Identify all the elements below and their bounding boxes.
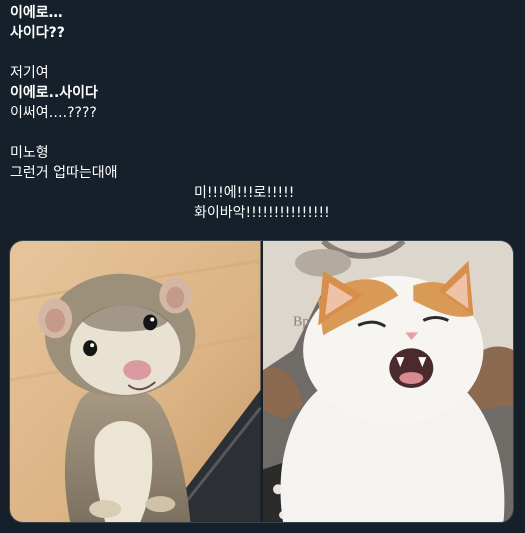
tweet-line: 미!!!에!!!로!!!!! [194,185,295,201]
tweet-line: 이에로..사이다 [10,85,98,101]
tweet-line: 화이바악!!!!!!!!!!!!!!! [194,205,330,221]
tweet-line: 그런거 업따는대애 [10,165,118,181]
ferret-photo[interactable] [10,241,261,522]
tweet-text: ··· ·· ·· · ·· · 이에로… 사이다?? 저기여 이에로..사이다… [10,0,515,223]
cat-image: Bpro [262,241,513,522]
media-grid: Bpro [9,240,514,523]
tweet-line: 이에로… [10,5,63,21]
tweet-line: 사이다?? [10,25,65,41]
ferret-image [10,241,261,522]
tweet-line: 이써여….???? [10,105,97,121]
tweet-line: 미노형 [10,145,49,161]
cat-photo[interactable]: Bpro [262,241,513,522]
tweet-line: 저기여 [10,65,49,81]
